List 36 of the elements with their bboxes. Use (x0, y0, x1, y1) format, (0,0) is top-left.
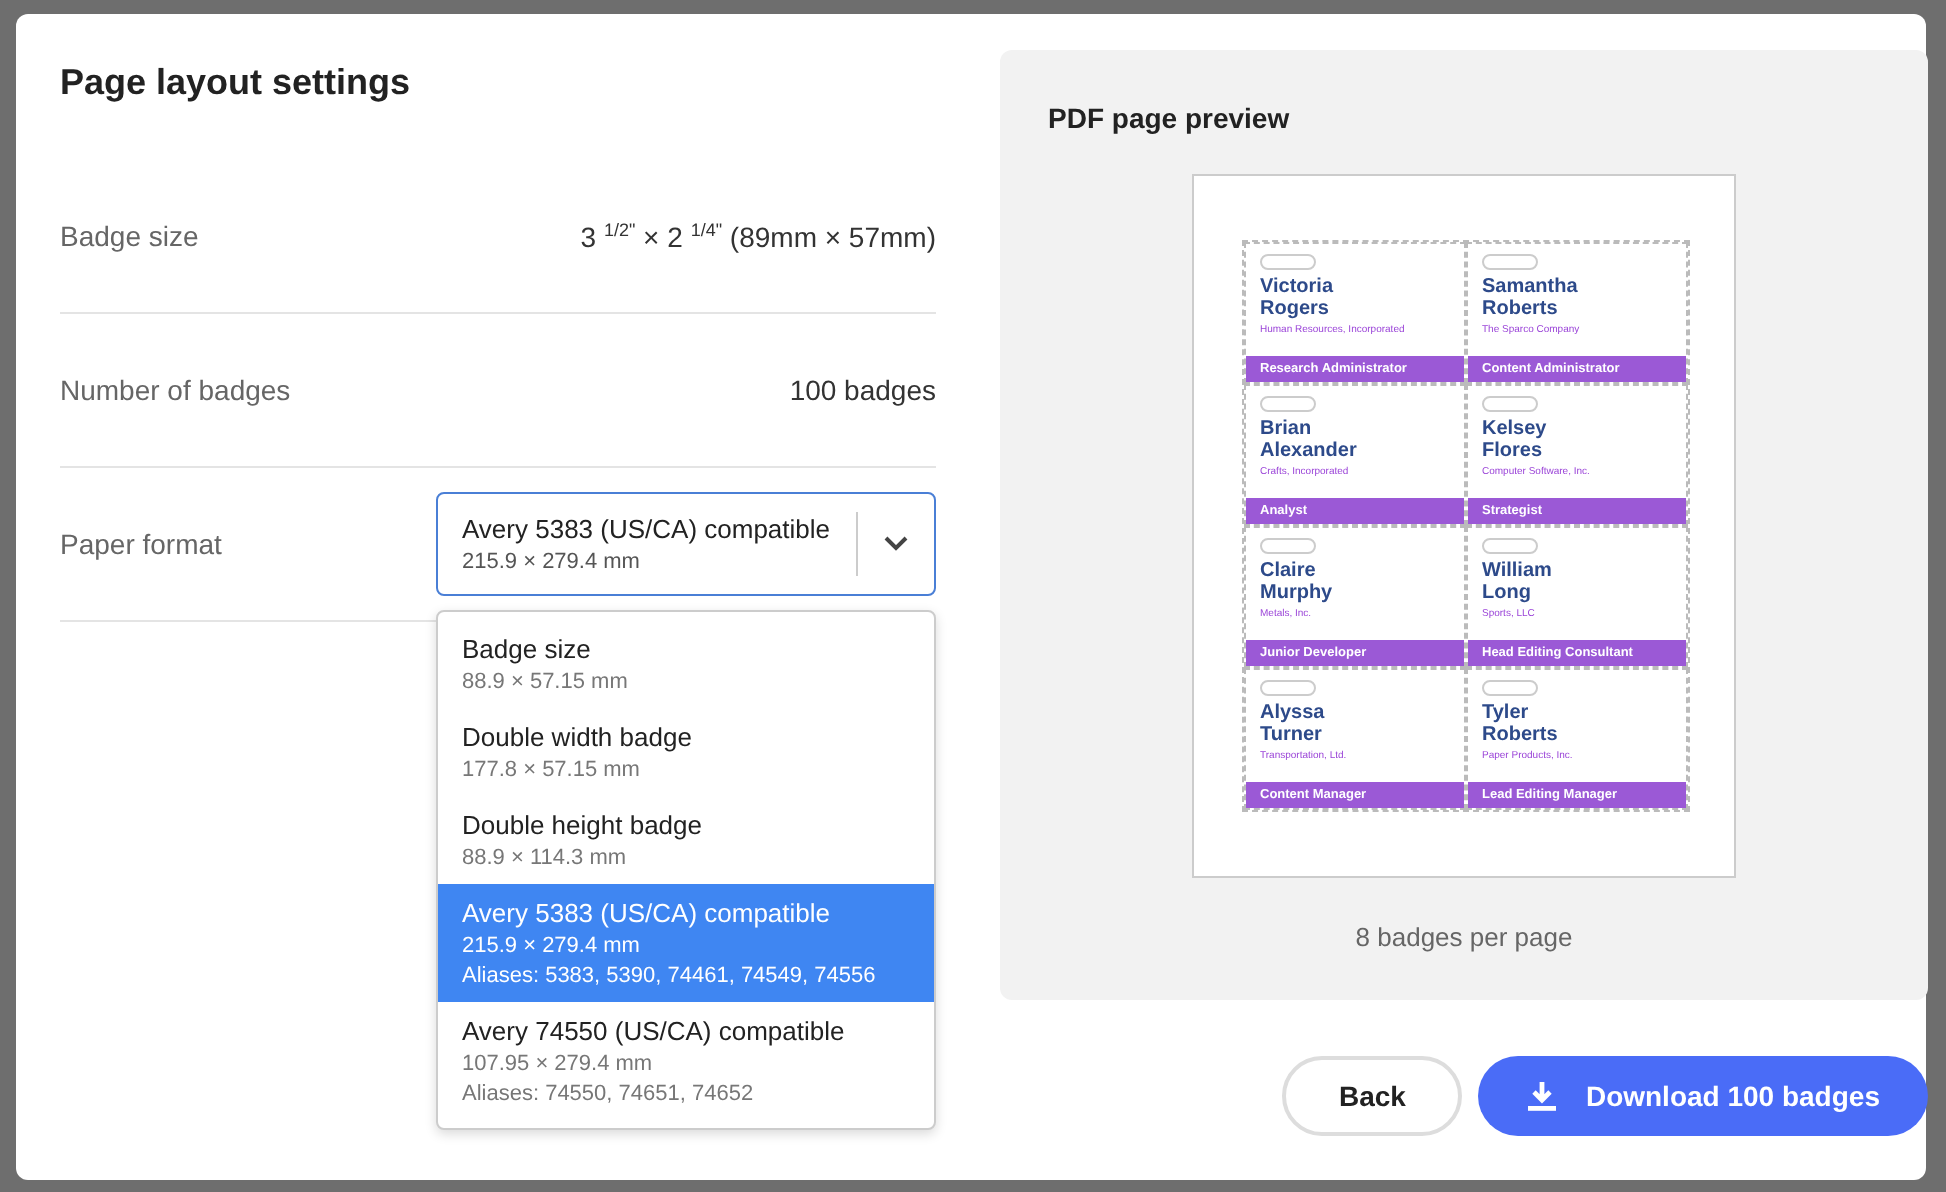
paper-format-dropdown[interactable]: Avery 5383 (US/CA) compatible 215.9 × 279.4 mm (436, 492, 936, 596)
selected-format-size: 215.9 × 279.4 mm (462, 550, 642, 574)
pill-icon (1482, 680, 1538, 696)
badge-name: Tyler Roberts (1482, 702, 1560, 746)
pill-icon (1482, 538, 1538, 554)
badge-name: Alyssa Turner (1260, 702, 1327, 746)
dialog-title: Page layout settings (60, 62, 413, 104)
preview-title: PDF page preview (1048, 102, 1290, 134)
pill-icon (1260, 396, 1316, 412)
badge-name: Victoria Rogers (1260, 276, 1336, 320)
badge-name: Claire Murphy (1260, 560, 1335, 604)
format-option[interactable]: Double height badge 88.9 × 114.3 mm (438, 796, 934, 884)
download-icon (1525, 1080, 1558, 1112)
pill-icon (1260, 680, 1316, 696)
badges-per-page-caption: 8 badges per page (1355, 922, 1573, 952)
format-option[interactable]: Badge size 88.9 × 57.15 mm (438, 620, 934, 708)
setting-value: 3 $^{1/2"}$ × 2 $^{1/4"}$ (89mm × 57mm) (580, 219, 936, 253)
download-button[interactable]: Download 100 badges (1477, 1056, 1928, 1136)
badge-name: Kelsey Flores (1482, 418, 1549, 462)
back-button[interactable]: Back (1282, 1056, 1462, 1136)
pill-icon (1482, 396, 1538, 412)
format-option[interactable]: Avery 74550 (US/CA) compatible 107.95 × 279.4 mm Aliases: 74550, 74651, 74652 (438, 1002, 934, 1120)
setting-label: Badge size (60, 220, 199, 252)
badge-name: Samantha Roberts (1482, 276, 1580, 320)
pill-icon (1260, 538, 1316, 554)
badge-name: Brian Alexander (1260, 418, 1359, 462)
setting-value: 100 badges (789, 374, 936, 406)
setting-label: Number of badges (60, 374, 291, 406)
setting-label: Paper format (60, 528, 222, 560)
badge-name: William Long (1482, 560, 1554, 604)
pill-icon (1260, 254, 1316, 270)
chevron-down-icon (882, 534, 910, 554)
format-option[interactable]: Avery 5383 (US/CA) compatible 215.9 × 279.4 mm Aliases: 5383, 5390, 74461, 74549, 74556 (438, 884, 934, 1002)
selected-format-name: Avery 5383 (US/CA) compatible (462, 514, 833, 544)
pill-icon (1482, 254, 1538, 270)
format-option[interactable]: Double width badge 177.8 × 57.15 mm (438, 708, 934, 796)
